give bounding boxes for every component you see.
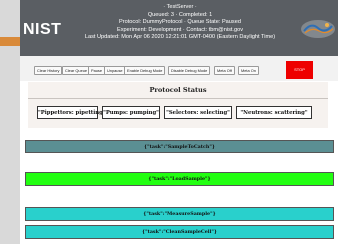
partner-logo-icon xyxy=(301,20,335,38)
protocol-status-title: Protocol Status xyxy=(149,86,207,94)
clear-history-button[interactable]: Clear History xyxy=(34,66,63,75)
clear-queue-button[interactable]: Clear Queue xyxy=(62,66,91,75)
stop-button[interactable]: STOP xyxy=(286,61,313,79)
meta-off-button[interactable]: Meta Off xyxy=(214,66,235,75)
status-chip-selectors: "Selectors: selecting" xyxy=(164,106,232,119)
last-updated: Last Updated: Mon Apr 06 2020 12:21:01 G… xyxy=(84,34,276,41)
nist-logo: NIST xyxy=(23,21,62,38)
header-bar: NIST · TestServer · Queued: 3 · Complete… xyxy=(20,0,338,56)
status-chip-pipettors: "Pippettors: pipetting" xyxy=(37,106,106,119)
protocol-status-panel: Protocol Status "Pippettors: pipetting" … xyxy=(28,82,328,128)
status-chip-pumps: "Pumps: pumping" xyxy=(102,106,160,119)
status-chip-neutrons: "Neutrons: scattering" xyxy=(236,106,312,119)
experiment-contact: Experiment: Development · Contact: tbm@n… xyxy=(117,26,243,33)
unpause-button[interactable]: Unpause xyxy=(104,66,126,75)
queue-counts: Queued: 3 · Completed: 1 xyxy=(147,11,213,18)
history-task-row[interactable]: {"task":"SampleToCatch"} xyxy=(25,140,334,153)
sidebar-tab[interactable] xyxy=(0,37,20,46)
meta-on-button[interactable]: Meta On xyxy=(238,66,259,75)
enable-debug-button[interactable]: Enable Debug Mode xyxy=(124,66,166,75)
queued-task-row[interactable]: {"task":"CleanSampleCell"} xyxy=(25,225,334,239)
queued-task-row[interactable]: {"task":"MeasureSample"} xyxy=(25,207,334,221)
app-frame: NIST · TestServer · Queued: 3 · Complete… xyxy=(20,0,338,244)
pause-button[interactable]: Pause xyxy=(88,66,106,75)
active-task-row[interactable]: {"task":"LoadSample"} xyxy=(25,172,334,186)
disable-debug-button[interactable]: Disable Debug Mode xyxy=(168,66,211,75)
toolbar: Clear History Clear Queue Pause Unpause … xyxy=(20,56,338,81)
status-divider xyxy=(28,98,328,99)
server-title: · TestServer · xyxy=(163,4,197,10)
protocol-state: Protocol: DummyProtocol · Queue State: P… xyxy=(119,19,241,26)
server-info: · TestServer · Queued: 3 · Completed: 1 … xyxy=(60,4,300,42)
